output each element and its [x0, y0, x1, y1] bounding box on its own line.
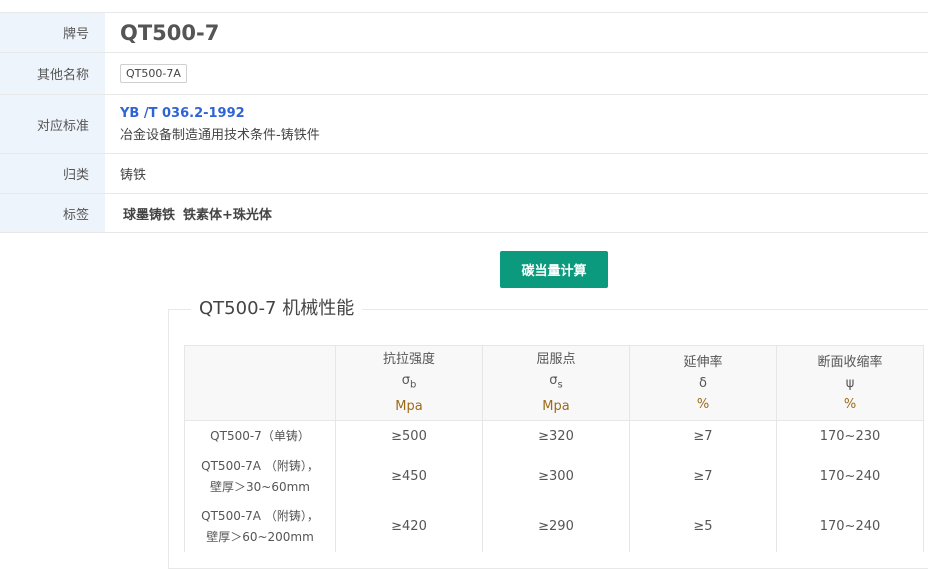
category-label: 归类 [0, 154, 105, 193]
info-row-standard: 对应标准 YB /T 036.2-1992 冶金设备制造通用技术条件-铸铁件 [0, 95, 928, 154]
column-header: 屈服点 σs Mpa [482, 345, 630, 421]
other-name-tag[interactable]: QT500-7A [120, 64, 187, 83]
row-grade: QT500-7A （附铸）， 壁厚＞30~60mm [184, 451, 336, 502]
cell-value: ≥7 [629, 420, 777, 452]
cell-value: 170~240 [776, 451, 924, 502]
material-info-table: 牌号 QT500-7 其他名称 QT500-7A 对应标准 YB /T 036.… [0, 12, 928, 233]
table-row: QT500-7A （附铸）， 壁厚＞60~200mm ≥420 ≥290 ≥5 1… [184, 501, 924, 552]
cell-value: 170~230 [776, 420, 924, 452]
cell-value: 170~240 [776, 501, 924, 552]
other-names-label: 其他名称 [0, 53, 105, 94]
header-symbol: ψ [845, 375, 855, 391]
header-name: 抗拉强度 [382, 352, 435, 368]
header-name: 屈服点 [536, 352, 576, 368]
standard-name: 冶金设备制造通用技术条件-铸铁件 [120, 127, 320, 143]
tag-link[interactable]: 铁素体+珠光体 [183, 208, 272, 223]
column-header: 断面收缩率 ψ % [776, 345, 924, 421]
cell-value: ≥450 [335, 451, 483, 502]
table-row: QT500-7A （附铸）， 壁厚＞30~60mm ≥450 ≥300 ≥7 17… [184, 451, 924, 502]
table-header-row: 抗拉强度 σb Mpa 屈服点 σs Mpa 延伸率 δ % 断面收缩率 ψ % [184, 345, 924, 421]
tag-link[interactable]: 球墨铸铁 [123, 208, 175, 223]
cell-value: ≥420 [335, 501, 483, 552]
info-row-other-names: 其他名称 QT500-7A [0, 53, 928, 95]
cell-value: ≥320 [482, 420, 630, 452]
header-name: 断面收缩率 [817, 354, 883, 370]
header-unit: % [843, 396, 857, 412]
column-header: 抗拉强度 σb Mpa [335, 345, 483, 421]
row-grade: QT500-7（单铸） [184, 420, 336, 452]
grade-label: 牌号 [0, 13, 105, 52]
cell-value: ≥300 [482, 451, 630, 502]
header-unit: Mpa [542, 398, 570, 414]
category-value: 铸铁 [120, 168, 147, 183]
tags-label: 标签 [0, 194, 105, 232]
cell-value: ≥7 [629, 451, 777, 502]
carbon-equivalent-calc-button[interactable]: 碳当量计算 [500, 251, 608, 288]
mechanical-properties-title: QT500-7 机械性能 [191, 297, 363, 321]
header-unit: % [696, 396, 710, 412]
header-symbol: σs [549, 373, 563, 391]
column-header: 延伸率 δ % [629, 345, 777, 421]
header-name: 延伸率 [683, 354, 723, 370]
header-unit: Mpa [395, 398, 423, 414]
header-symbol: σb [401, 373, 417, 391]
info-row-category: 归类 铸铁 [0, 154, 928, 194]
info-row-grade: 牌号 QT500-7 [0, 13, 928, 53]
cell-value: ≥500 [335, 420, 483, 452]
table-row: QT500-7（单铸） ≥500 ≥320 ≥7 170~230 [184, 420, 924, 452]
grade-column-header [184, 345, 336, 421]
row-grade: QT500-7A （附铸）， 壁厚＞60~200mm [184, 501, 336, 552]
standard-label: 对应标准 [0, 95, 105, 153]
mechanical-properties-table: 抗拉强度 σb Mpa 屈服点 σs Mpa 延伸率 δ % 断面收缩率 ψ % [184, 345, 924, 552]
header-symbol: δ [699, 375, 707, 391]
grade-value: QT500-7 [120, 20, 220, 45]
standard-code-link[interactable]: YB /T 036.2-1992 [120, 106, 928, 121]
info-row-tags: 标签 球墨铸铁 铁素体+珠光体 [0, 194, 928, 233]
cell-value: ≥5 [629, 501, 777, 552]
cell-value: ≥290 [482, 501, 630, 552]
